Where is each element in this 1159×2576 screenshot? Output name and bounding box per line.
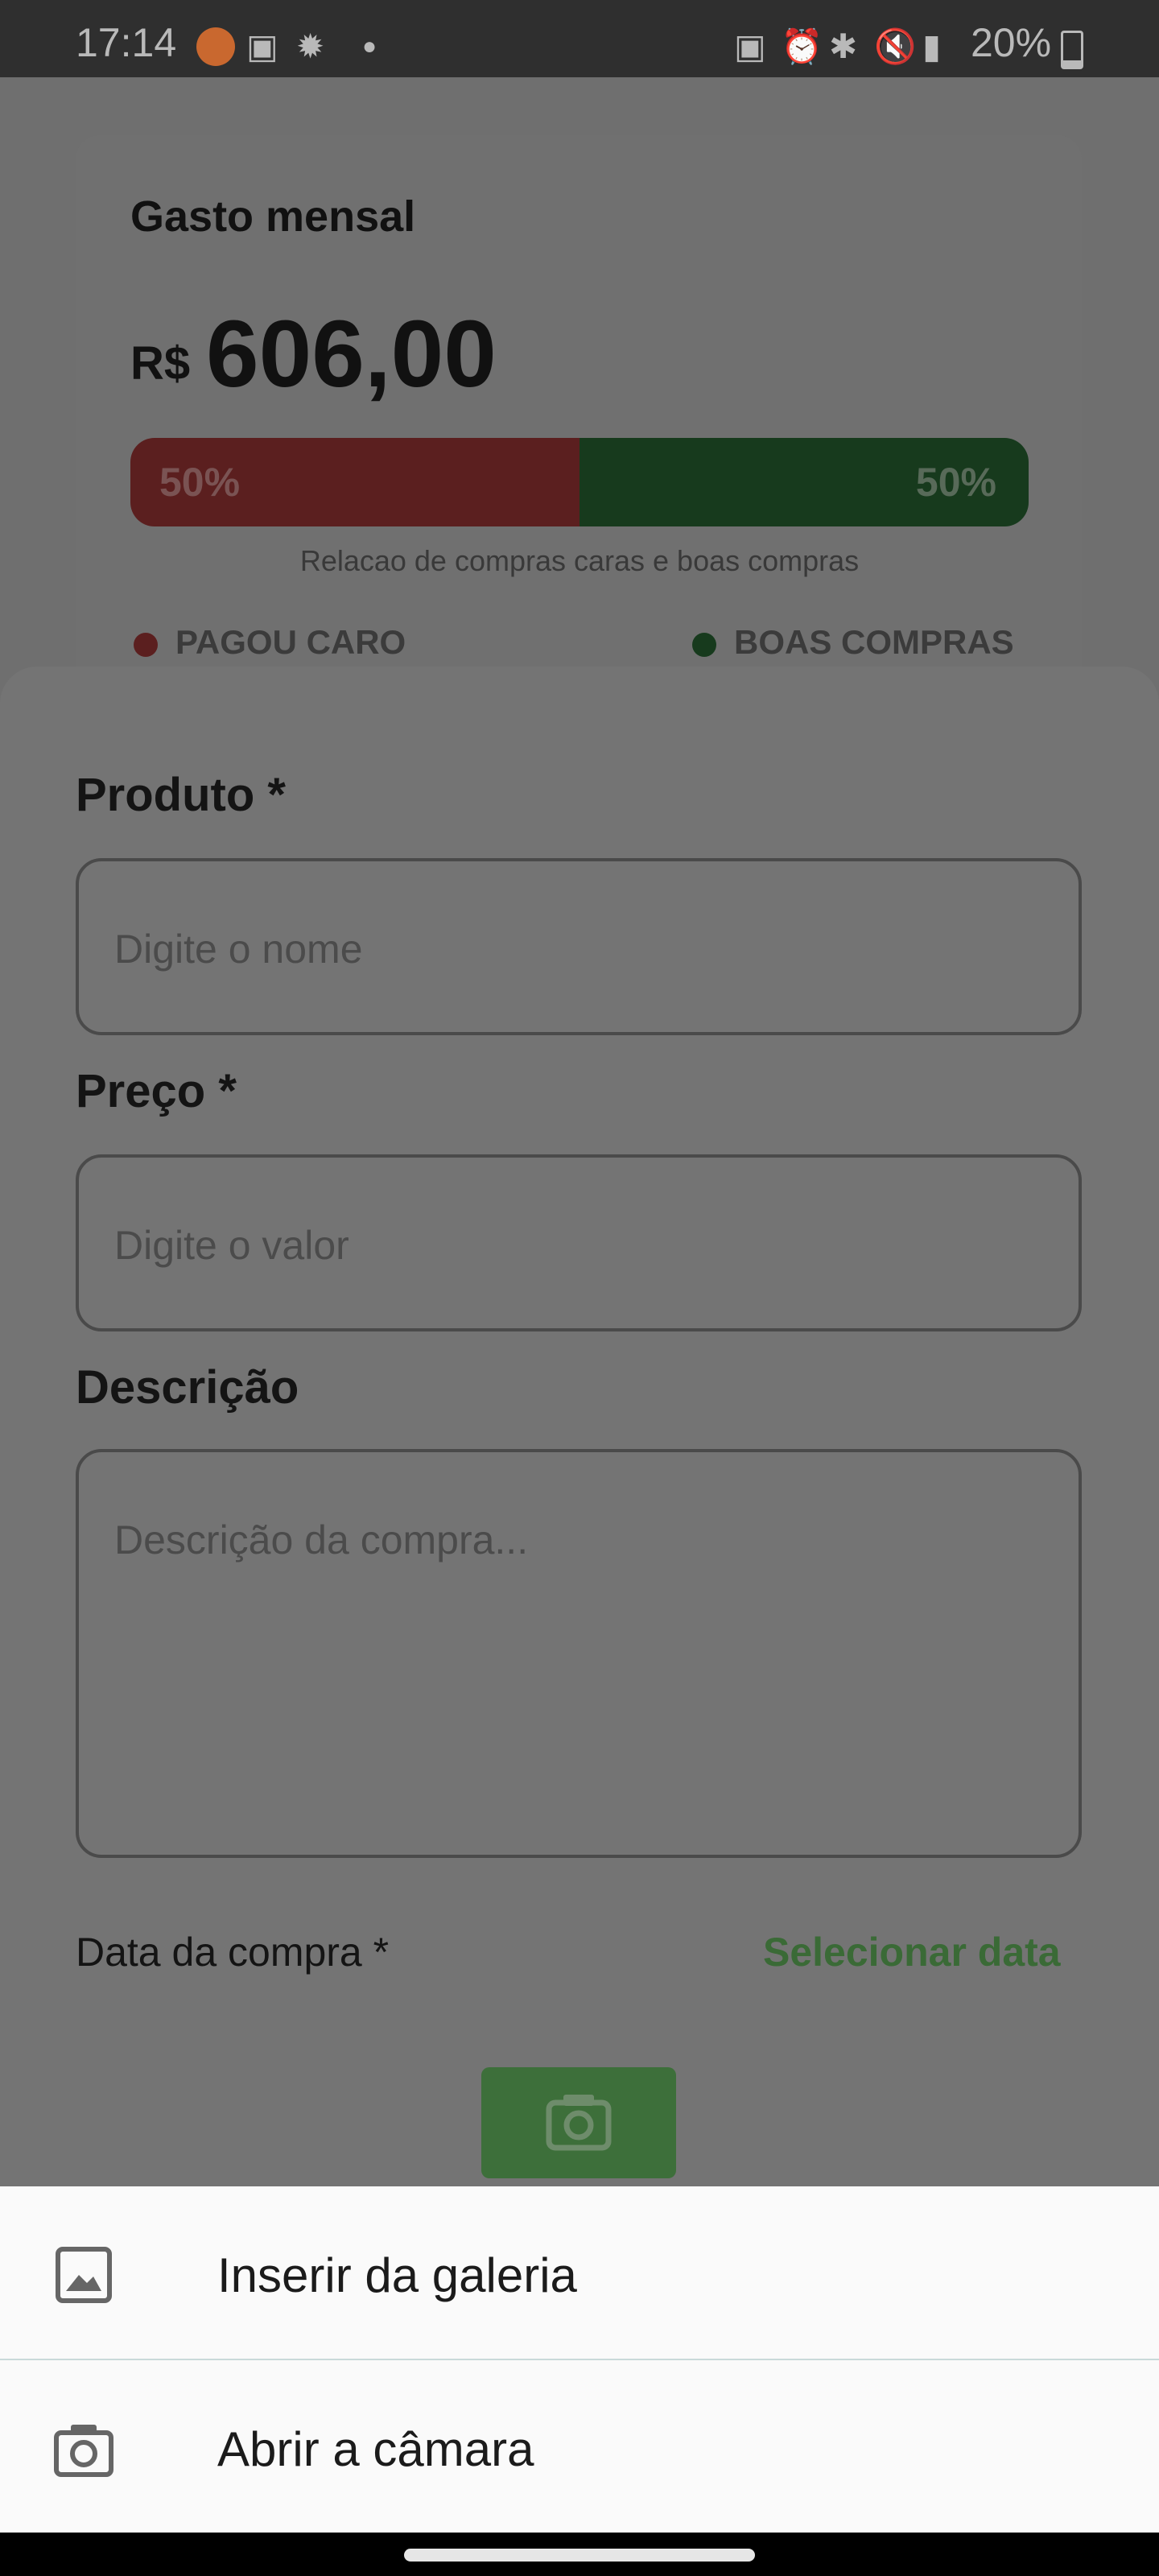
description-label: Descrição	[76, 1361, 299, 1414]
expensive-percent: 50%	[159, 460, 241, 505]
status-time: 17:14	[76, 20, 177, 65]
description-placeholder: Descrição da compra...	[114, 1517, 529, 1563]
fan-icon: ✹	[296, 27, 325, 65]
legend-expensive: PAGOU CARO	[175, 623, 406, 661]
menu-item-camera[interactable]: Abrir a câmara	[0, 2360, 1159, 2533]
image-icon	[56, 2247, 112, 2303]
product-label: Produto *	[76, 769, 286, 821]
bluetooth-icon: ✱	[829, 27, 858, 65]
mute-icon: 🔇	[874, 27, 917, 65]
battery-icon	[1061, 31, 1083, 69]
expensive-legend-dot	[134, 633, 158, 657]
good-segment: 50%	[580, 438, 1029, 526]
summary-title: Gasto mensal	[130, 192, 416, 241]
gallery-icon: ▣	[246, 27, 278, 65]
menu-item-gallery[interactable]: Inserir da galeria	[0, 2186, 1159, 2359]
description-input[interactable]: Descrição da compra...	[76, 1449, 1082, 1858]
price-label: Preço *	[76, 1065, 237, 1117]
monthly-amount: 606,00	[206, 301, 497, 407]
alarm-icon: ⏰	[781, 27, 823, 65]
legend-good: BOAS COMPRAS	[734, 623, 1014, 661]
menu-item-gallery-label: Inserir da galeria	[217, 2248, 577, 2302]
good-percent: 50%	[915, 460, 996, 505]
expensive-segment: 50%	[130, 438, 580, 526]
currency-symbol: R$	[130, 337, 191, 390]
menu-item-camera-label: Abrir a câmara	[217, 2422, 534, 2476]
home-gesture-handle[interactable]	[404, 2549, 755, 2562]
dot-icon: ●	[362, 33, 377, 60]
product-input[interactable]: Digite o nome	[76, 858, 1082, 1035]
add-photo-button[interactable]	[481, 2067, 676, 2178]
camera-icon	[546, 2095, 612, 2151]
price-input[interactable]: Digite o valor	[76, 1154, 1082, 1331]
signal-icon: ▮	[922, 27, 942, 65]
battery-percent: 20%	[971, 20, 1052, 65]
ratio-bar: 50% 50%	[130, 438, 1029, 526]
select-date-button[interactable]: Selecionar data	[763, 1929, 1061, 1975]
purchase-date-label: Data da compra *	[76, 1930, 390, 1975]
lock-icon: ▣	[734, 27, 766, 65]
status-bar: 17:14 ▣ ✹ ● ▣ ⏰ ✱ 🔇 ▮ 20%	[0, 0, 1159, 77]
good-legend-dot	[692, 633, 716, 657]
app-notification-icon	[196, 27, 235, 66]
ratio-caption: Relacao de compras caras e boas compras	[299, 544, 860, 577]
product-placeholder: Digite o nome	[114, 927, 363, 972]
price-placeholder: Digite o valor	[114, 1223, 349, 1268]
camera-icon	[54, 2425, 113, 2477]
